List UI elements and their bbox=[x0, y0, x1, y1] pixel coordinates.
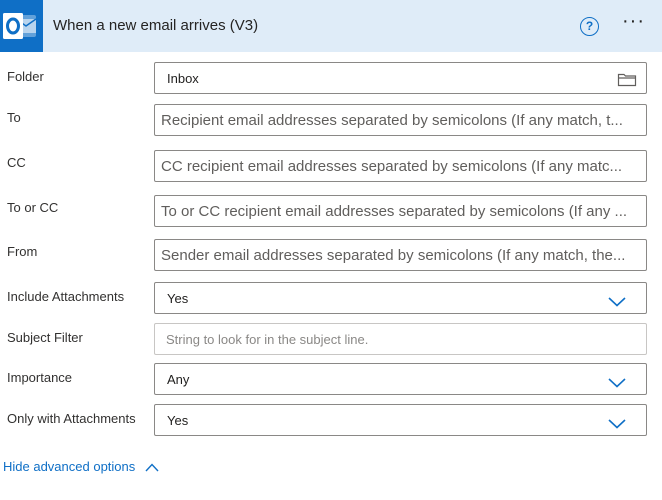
action-title: When a new email arrives (V3) bbox=[53, 17, 259, 34]
from-field[interactable]: Sender email addresses separated by semi… bbox=[154, 239, 647, 271]
cc-label: CC bbox=[7, 155, 26, 170]
importance-dropdown[interactable]: Any bbox=[154, 363, 647, 395]
importance-label: Importance bbox=[7, 370, 73, 385]
hide-advanced-options-link[interactable]: Hide advanced options bbox=[3, 459, 159, 475]
cc-field[interactable]: CC recipient email addresses separated b… bbox=[154, 150, 647, 182]
outlook-logo-icon bbox=[0, 0, 43, 52]
more-options-icon[interactable]: ··· bbox=[622, 11, 648, 34]
subject-filter-field[interactable]: String to look for in the subject line. bbox=[154, 323, 647, 355]
folder-field[interactable]: Inbox bbox=[154, 62, 647, 94]
from-label: From bbox=[7, 244, 38, 259]
chevron-down-icon bbox=[608, 375, 626, 393]
folder-value: Inbox bbox=[167, 71, 199, 86]
subject-filter-placeholder: String to look for in the subject line. bbox=[166, 332, 369, 347]
to-or-cc-label: To or CC bbox=[7, 200, 59, 215]
from-placeholder: Sender email addresses separated by semi… bbox=[161, 247, 626, 264]
to-or-cc-field[interactable]: To or CC recipient email addresses separ… bbox=[154, 195, 647, 227]
chevron-up-icon bbox=[145, 460, 159, 475]
cc-placeholder: CC recipient email addresses separated b… bbox=[161, 158, 623, 175]
hide-advanced-options-label: Hide advanced options bbox=[3, 459, 136, 474]
include-attachments-label: Include Attachments bbox=[7, 289, 125, 304]
only-with-attachments-label: Only with Attachments bbox=[7, 411, 136, 426]
only-with-attachments-dropdown[interactable]: Yes bbox=[154, 404, 647, 436]
folder-label: Folder bbox=[7, 69, 44, 84]
to-label: To bbox=[7, 110, 21, 125]
action-card-header[interactable]: When a new email arrives (V3) ? ··· bbox=[0, 0, 662, 52]
to-or-cc-placeholder: To or CC recipient email addresses separ… bbox=[161, 203, 628, 220]
to-field[interactable]: Recipient email addresses separated by s… bbox=[154, 104, 647, 136]
folder-picker-icon[interactable] bbox=[617, 71, 637, 92]
subject-filter-label: Subject Filter bbox=[7, 330, 83, 345]
include-attachments-dropdown[interactable]: Yes bbox=[154, 282, 647, 314]
chevron-down-icon bbox=[608, 416, 626, 434]
help-circle-icon[interactable]: ? bbox=[580, 17, 599, 36]
to-placeholder: Recipient email addresses separated by s… bbox=[161, 112, 623, 129]
chevron-down-icon bbox=[608, 294, 626, 312]
importance-value: Any bbox=[167, 372, 190, 387]
only-with-attachments-value: Yes bbox=[167, 413, 189, 428]
include-attachments-value: Yes bbox=[167, 291, 189, 306]
